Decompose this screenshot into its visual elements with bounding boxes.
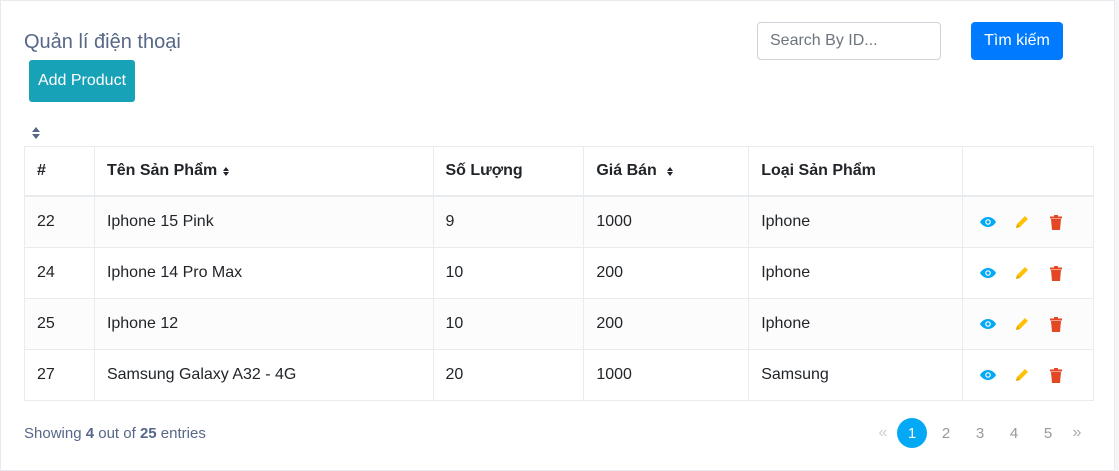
cell-actions (961, 247, 1095, 299)
table-row: 24 Iphone 14 Pro Max 10 200 Iphone (24, 247, 1095, 299)
page-button[interactable]: 5 (1033, 418, 1063, 448)
page-button[interactable]: 4 (999, 418, 1029, 448)
table-row: 27 Samsung Galaxy A32 - 4G 20 1000 Samsung (24, 349, 1095, 401)
add-product-button[interactable]: Add Product (29, 60, 135, 102)
pencil-icon[interactable] (1013, 213, 1031, 231)
page-button[interactable]: 3 (965, 418, 995, 448)
column-header-id: # (24, 146, 95, 197)
cell-category: Iphone (748, 195, 963, 248)
cell-price: 200 (583, 247, 750, 299)
cell-actions (961, 298, 1095, 350)
eye-icon[interactable] (979, 315, 997, 333)
sort-icon[interactable] (666, 166, 673, 176)
cell-name: Iphone 14 Pro Max (93, 247, 434, 299)
cell-price: 1000 (583, 195, 750, 248)
trash-icon[interactable] (1047, 264, 1065, 282)
search-input[interactable] (757, 22, 941, 60)
page-button[interactable]: 1 (897, 418, 927, 448)
cell-price: 1000 (583, 349, 750, 401)
cell-id: 22 (24, 195, 95, 248)
product-table: # Tên Sản Phẩm Số Lượng Giá Bán Loại Sản… (24, 146, 1095, 401)
trash-icon[interactable] (1047, 213, 1065, 231)
column-header-actions (961, 146, 1095, 197)
cell-id: 27 (24, 349, 95, 401)
cell-category: Samsung (748, 349, 963, 401)
cell-name: Iphone 12 (93, 298, 434, 350)
table-row: 22 Iphone 15 Pink 9 1000 Iphone (24, 195, 1095, 248)
cell-id: 25 (24, 298, 95, 350)
pagination: « 1 2 3 4 5 » (873, 418, 1091, 448)
cell-actions (961, 349, 1095, 401)
column-header-name[interactable]: Tên Sản Phẩm (93, 146, 434, 197)
next-page-button[interactable]: » (1067, 418, 1087, 448)
cell-category: Iphone (748, 298, 963, 350)
eye-icon[interactable] (979, 213, 997, 231)
cell-name: Iphone 15 Pink (93, 195, 434, 248)
sort-icon[interactable] (223, 166, 230, 176)
cell-quantity: 10 (432, 247, 585, 299)
eye-icon[interactable] (979, 366, 997, 384)
entries-info: Showing 4 out of 25 entries (24, 425, 206, 442)
column-header-quantity: Số Lượng (432, 146, 585, 197)
cell-quantity: 20 (432, 349, 585, 401)
page-title: Quản lí điện thoại (24, 31, 181, 53)
trash-icon[interactable] (1047, 315, 1065, 333)
page-button[interactable]: 2 (931, 418, 961, 448)
sort-icon[interactable] (30, 125, 42, 141)
cell-category: Iphone (748, 247, 963, 299)
column-header-price[interactable]: Giá Bán (583, 146, 750, 197)
cell-name: Samsung Galaxy A32 - 4G (93, 349, 434, 401)
cell-price: 200 (583, 298, 750, 350)
cell-actions (961, 195, 1095, 248)
cell-id: 24 (24, 247, 95, 299)
column-header-category: Loại Sản Phẩm (748, 146, 963, 197)
pencil-icon[interactable] (1013, 315, 1031, 333)
pencil-icon[interactable] (1013, 264, 1031, 282)
pencil-icon[interactable] (1013, 366, 1031, 384)
table-header-row: # Tên Sản Phẩm Số Lượng Giá Bán Loại Sản… (24, 146, 1095, 197)
trash-icon[interactable] (1047, 366, 1065, 384)
cell-quantity: 9 (432, 195, 585, 248)
eye-icon[interactable] (979, 264, 997, 282)
search-button[interactable]: Tìm kiếm (971, 22, 1063, 60)
table-row: 25 Iphone 12 10 200 Iphone (24, 298, 1095, 350)
prev-page-button[interactable]: « (873, 418, 893, 448)
content-card: Quản lí điện thoại Add Product Tìm kiếm … (0, 0, 1115, 471)
cell-quantity: 10 (432, 298, 585, 350)
